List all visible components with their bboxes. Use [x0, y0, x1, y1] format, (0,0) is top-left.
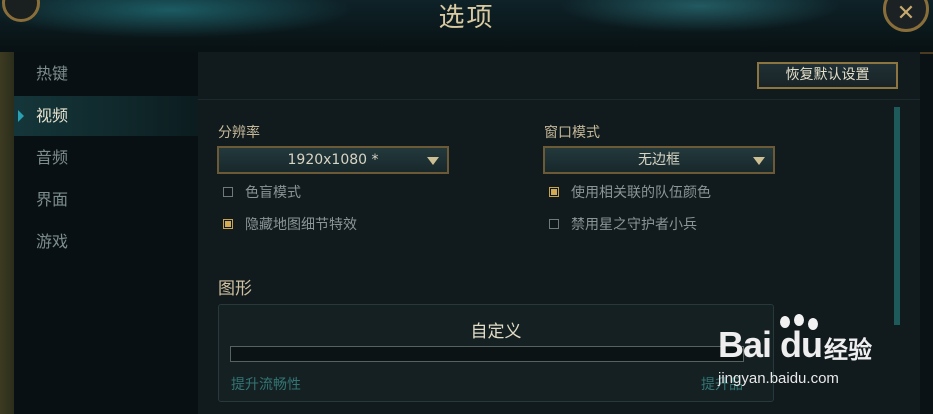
- chevron-down-icon: [427, 157, 439, 165]
- resolution-value: 1920x1080 *: [287, 152, 379, 168]
- watermark-suffix: 经验: [824, 336, 872, 364]
- sidebar-item-label: 界面: [36, 190, 69, 209]
- resolution-label: 分辨率: [218, 125, 260, 141]
- checkbox-label: 色盲模式: [245, 185, 301, 201]
- checkbox-box[interactable]: [223, 219, 233, 229]
- close-icon[interactable]: ✕: [897, 3, 915, 25]
- sidebar-item-game[interactable]: 游戏: [14, 222, 198, 262]
- header-banner: 选项 ✕: [0, 0, 933, 54]
- checkbox-box[interactable]: [549, 187, 559, 197]
- sidebar-item-hotkeys[interactable]: 热键: [14, 54, 198, 94]
- sidebar-item-interface[interactable]: 界面: [14, 180, 198, 220]
- checkbox-label: 禁用星之守护者小兵: [571, 217, 697, 233]
- scrollbar[interactable]: [894, 107, 900, 325]
- content-toolbar: 恢复默认设置: [198, 52, 920, 100]
- window-mode-label: 窗口模式: [544, 125, 600, 141]
- chevron-down-icon: [753, 157, 765, 165]
- resolution-select[interactable]: 1920x1080 *: [217, 146, 449, 174]
- graphics-preset-panel: 自定义 提升流畅性 提升品: [218, 304, 774, 402]
- performance-label: 提升流畅性: [231, 377, 301, 393]
- sidebar-item-label: 游戏: [36, 232, 69, 251]
- selected-arrow-icon: [18, 110, 24, 122]
- sidebar-item-label: 视频: [36, 106, 69, 125]
- checkbox-box[interactable]: [549, 219, 559, 229]
- graphics-preset-value: 自定义: [470, 322, 522, 342]
- checkbox-label: 隐藏地图细节特效: [245, 217, 357, 233]
- sidebar-item-video[interactable]: 视频: [14, 96, 198, 136]
- graphics-quality-slider[interactable]: [230, 346, 744, 362]
- watermark-brand: Bai du: [718, 324, 823, 365]
- side-rail: [0, 52, 14, 414]
- options-window: 选项 ✕ 热键 视频 音频 界面 游戏 恢复默认设置 分辨率 1920x1080: [0, 0, 933, 414]
- baidu-watermark: Bai du 经验 jingyan.baidu.com: [718, 314, 918, 402]
- graphics-section-title: 图形: [218, 279, 252, 299]
- sidebar: 热键 视频 音频 界面 游戏: [14, 52, 198, 414]
- watermark-url: jingyan.baidu.com: [718, 370, 839, 387]
- checkbox-box[interactable]: [223, 187, 233, 197]
- sidebar-item-audio[interactable]: 音频: [14, 138, 198, 178]
- sidebar-item-label: 热键: [36, 64, 69, 83]
- page-title: 选项: [438, 3, 495, 33]
- checkbox-label: 使用相关联的队伍颜色: [571, 185, 711, 201]
- window-mode-select[interactable]: 无边框: [543, 146, 775, 174]
- window-mode-value: 无边框: [638, 152, 680, 168]
- restore-defaults-button[interactable]: 恢复默认设置: [757, 62, 898, 89]
- sidebar-item-label: 音频: [36, 148, 69, 167]
